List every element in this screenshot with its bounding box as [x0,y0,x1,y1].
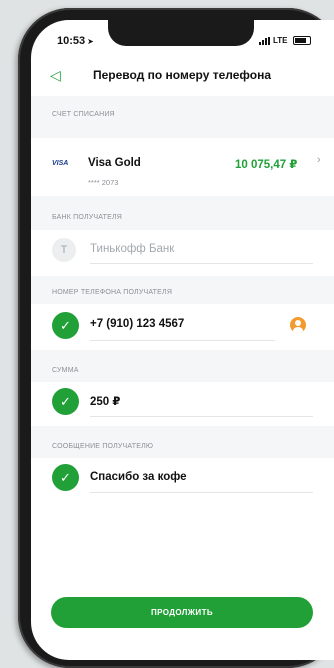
phone-check-icon: ✓ [52,312,79,339]
chevron-right-icon[interactable]: › [317,154,321,166]
continue-button[interactable]: Продолжить [51,597,313,628]
section-label-account: Счет списания [52,111,115,118]
section-label-message: Сообщение получателю [52,443,154,450]
nav-header: ◁ Перевод по номеру телефона [31,62,334,92]
bank-underline [90,263,313,264]
section-header-amount: Сумма [31,350,334,382]
section-label-bank: Банк получателя [52,214,123,221]
card-balance: 10 075,47 ₽ [235,159,298,171]
location-arrow-icon: ➤ [87,37,94,46]
section-header-account: Счет списания [31,96,334,138]
amount-check-icon: ✓ [52,388,79,415]
signal-icon [259,36,270,45]
contact-book-icon[interactable] [290,317,306,333]
card-name: Visa Gold [88,157,141,169]
card-number: **** 2073 [88,178,119,187]
carrier-label: LTE [273,36,288,45]
status-indicators: LTE [259,36,311,45]
battery-icon [292,36,311,45]
back-arrow-icon[interactable]: ◁ [50,67,61,83]
visa-logo-icon: VISA [52,160,69,167]
section-label-phone: Номер телефона получателя [52,289,173,296]
amount-underline [90,416,313,417]
section-header-message: Сообщение получателю [31,426,334,458]
status-time-text: 10:53 [57,35,86,47]
bank-logo-icon: Т [52,238,76,262]
section-header-phone: Номер телефона получателя [31,276,334,304]
status-time: 10:53 ➤ [57,35,94,47]
phone-underline [90,340,275,341]
message-input[interactable]: Спасибо за кофе [90,471,187,483]
amount-input[interactable]: 250 ₽ [90,394,120,408]
section-label-amount: Сумма [52,367,79,374]
message-underline [90,492,313,493]
message-check-icon: ✓ [52,464,79,491]
page-title: Перевод по номеру телефона [93,68,271,82]
app-screen: 10:53 ➤ LTE ◁ Перевод по номеру телефона … [31,20,334,660]
phone-notch [108,20,254,46]
bank-name: Тинькофф Банк [90,243,175,255]
phone-input[interactable]: +7 (910) 123 4567 [90,318,184,330]
section-header-bank: Банк получателя [31,196,334,230]
